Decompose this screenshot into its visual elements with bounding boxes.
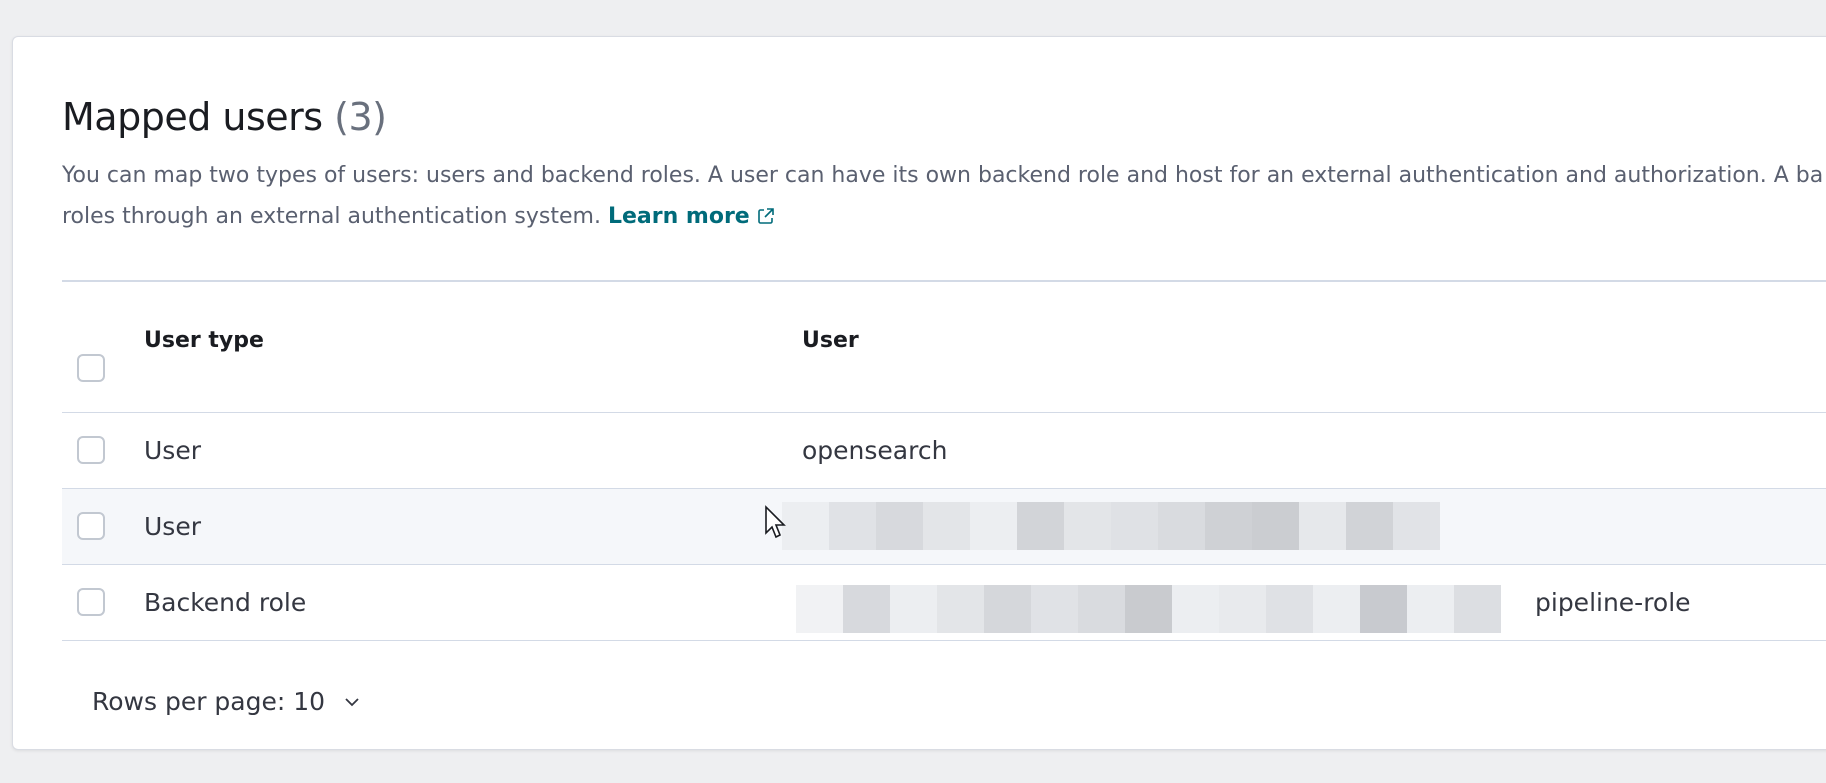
row-checkbox[interactable] bbox=[77, 512, 105, 540]
table-row[interactable]: User bbox=[62, 489, 1826, 565]
user-cell: pipeline-role bbox=[1535, 588, 1691, 617]
column-header-user[interactable]: User bbox=[802, 328, 859, 382]
redacted-user-cell bbox=[782, 502, 1440, 550]
user-type-cell: User bbox=[144, 436, 201, 465]
user-cell: opensearch bbox=[802, 436, 948, 465]
select-all-checkbox[interactable] bbox=[77, 354, 105, 382]
section-description: You can map two types of users: users an… bbox=[62, 155, 1826, 237]
chevron-down-icon bbox=[345, 697, 359, 706]
row-checkbox[interactable] bbox=[77, 436, 105, 464]
description-line-2: roles through an external authentication… bbox=[62, 196, 1826, 237]
table-row[interactable]: User opensearch bbox=[62, 413, 1826, 489]
user-type-cell: Backend role bbox=[144, 588, 307, 617]
description-line-1: You can map two types of users: users an… bbox=[62, 163, 1824, 188]
mapped-users-table: User type User User opensearch User Back… bbox=[62, 281, 1826, 641]
mapped-users-count: (3) bbox=[334, 95, 387, 139]
table-row[interactable]: Backend role pipeline-role bbox=[62, 565, 1826, 641]
section-title: Mapped users (3) bbox=[62, 95, 387, 139]
redacted-user-prefix bbox=[796, 585, 1501, 633]
rows-per-page-button[interactable]: Rows per page: 10 bbox=[92, 687, 361, 716]
section-title-text: Mapped users bbox=[62, 95, 323, 139]
column-header-user-type[interactable]: User type bbox=[144, 328, 264, 382]
mapped-users-panel: Mapped users (3) You can map two types o… bbox=[12, 36, 1826, 750]
learn-more-link[interactable]: Learn more bbox=[608, 204, 776, 229]
description-line-2-text: roles through an external authentication… bbox=[62, 204, 601, 229]
row-checkbox[interactable] bbox=[77, 588, 105, 616]
external-link-icon bbox=[757, 208, 774, 224]
table-header-row: User type User bbox=[62, 281, 1826, 413]
learn-more-label: Learn more bbox=[607, 204, 750, 229]
rows-per-page-label: Rows per page: 10 bbox=[92, 687, 326, 716]
user-type-cell: User bbox=[144, 512, 201, 541]
mouse-cursor-icon bbox=[765, 505, 786, 539]
